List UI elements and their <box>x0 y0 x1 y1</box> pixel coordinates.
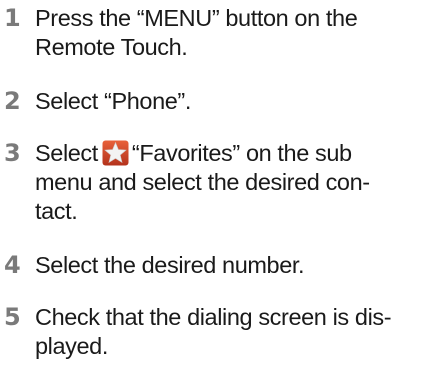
step-line: Select “Phone”. <box>35 88 191 114</box>
step-number: 4 <box>4 251 21 279</box>
step-line: tact. <box>35 198 78 224</box>
step-number: 1 <box>4 4 21 32</box>
step-text: Press the “MENU” button on the Remote To… <box>35 4 425 62</box>
step-line: Check that the dialing screen is dis- <box>35 304 392 330</box>
step-line: Remote Touch. <box>35 34 188 60</box>
step-text: Check that the dialing screen is dis- pl… <box>35 303 425 361</box>
step-line: menu and select the desired con- <box>35 169 370 195</box>
step-text: Select the desired number. <box>35 251 425 280</box>
step-line-prefix: Select <box>35 140 98 166</box>
step-text: Select “Favorites” on the sub menu and s… <box>35 139 425 226</box>
step-number: 5 <box>4 303 21 331</box>
step-number: 3 <box>4 139 21 167</box>
step-line-suffix: “Favorites” on the sub <box>131 140 352 166</box>
step-line: Press the “MENU” button on the <box>35 5 358 31</box>
step-text: Select “Phone”. <box>35 87 425 116</box>
step-line: Select the desired number. <box>35 252 305 278</box>
favorites-star-icon <box>102 140 129 166</box>
step-number: 2 <box>4 87 21 115</box>
step-line-with-icon: Select “Favorites” on the sub <box>35 139 425 168</box>
step-line: played. <box>35 333 108 359</box>
